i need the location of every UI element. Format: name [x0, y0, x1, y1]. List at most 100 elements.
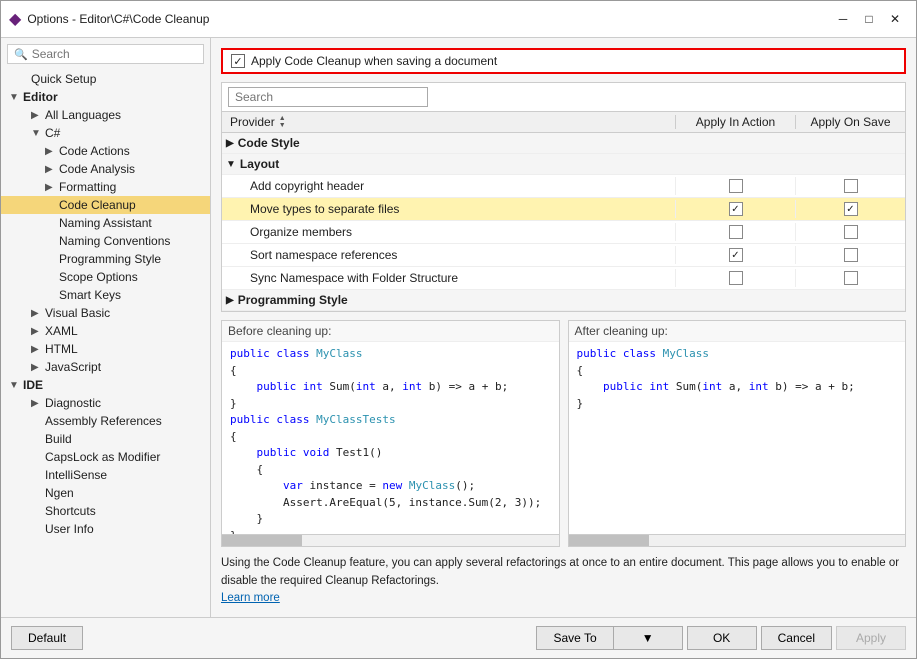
sidebar-item-visual-basic[interactable]: ▶ Visual Basic — [1, 304, 210, 322]
group-code-style[interactable]: ▶ Code Style — [222, 133, 905, 154]
sidebar-item-diagnostic[interactable]: ▶ Diagnostic — [1, 394, 210, 412]
apply-button[interactable]: Apply — [836, 626, 906, 650]
sidebar-item-xaml[interactable]: ▶ XAML — [1, 322, 210, 340]
save-to-button[interactable]: Save To — [536, 626, 612, 650]
sidebar-item-formatting[interactable]: ▶ Formatting — [1, 178, 210, 196]
save-check-sort-namespace[interactable] — [795, 246, 905, 264]
checkbox-icon[interactable]: ✓ — [844, 202, 858, 216]
sidebar-item-ide[interactable]: ▼ IDE — [1, 376, 210, 394]
action-check-organize-members[interactable] — [675, 223, 795, 241]
sidebar-item-naming-conventions[interactable]: Naming Conventions — [1, 232, 210, 250]
sidebar-item-label: Build — [45, 432, 72, 446]
sidebar-item-capslock-modifier[interactable]: CapsLock as Modifier — [1, 448, 210, 466]
checkbox-icon[interactable] — [844, 225, 858, 239]
before-scrollbar[interactable] — [222, 534, 559, 546]
save-to-dropdown-button[interactable]: ▼ — [613, 626, 683, 650]
checkbox-icon[interactable] — [844, 179, 858, 193]
arrow-icon: ▼ — [31, 128, 45, 139]
cancel-button[interactable]: Cancel — [761, 626, 832, 650]
apply-in-action-col-header: Apply In Action — [675, 115, 795, 129]
title-controls: ─ □ ✕ — [830, 7, 908, 31]
sidebar-search-wrap[interactable]: 🔍 — [7, 44, 204, 64]
sidebar-item-label: Quick Setup — [31, 72, 96, 86]
sidebar-item-user-info[interactable]: User Info — [1, 520, 210, 538]
sidebar-item-shortcuts[interactable]: Shortcuts — [1, 502, 210, 520]
sidebar-item-label: Formatting — [59, 180, 116, 194]
arrow-icon: ▶ — [45, 164, 59, 175]
sidebar-item-code-cleanup[interactable]: Code Cleanup — [1, 196, 210, 214]
sidebar-item-javascript[interactable]: ▶ JavaScript — [1, 358, 210, 376]
checkbox-icon[interactable] — [729, 225, 743, 239]
provider-col-header[interactable]: Provider ▲▼ — [222, 115, 675, 129]
bottom-bar: Default Save To ▼ OK Cancel Apply — [1, 617, 916, 658]
item-label: Move types to separate files — [222, 202, 675, 216]
after-code-body[interactable]: public class MyClass { public int Sum(in… — [569, 342, 906, 534]
sidebar-search-input[interactable] — [32, 47, 197, 61]
table-row: Organize members — [222, 221, 905, 244]
before-code-body[interactable]: public class MyClass { public int Sum(in… — [222, 342, 559, 534]
sidebar-item-build[interactable]: Build — [1, 430, 210, 448]
sidebar-item-editor[interactable]: ▼ Editor — [1, 88, 210, 106]
default-button[interactable]: Default — [11, 626, 83, 650]
sidebar-item-programming-style[interactable]: Programming Style — [1, 250, 210, 268]
sidebar-item-assembly-references[interactable]: Assembly References — [1, 412, 210, 430]
save-check-add-copyright[interactable] — [795, 177, 905, 195]
arrow-icon: ▶ — [31, 344, 45, 355]
action-check-move-types[interactable]: ✓ — [675, 200, 795, 218]
sidebar-item-label: Code Analysis — [59, 162, 135, 176]
table-row: Move types to separate files ✓ ✓ — [222, 198, 905, 221]
close-button[interactable]: ✕ — [882, 7, 908, 31]
ok-button[interactable]: OK — [687, 626, 757, 650]
arrow-icon: ▶ — [31, 398, 45, 409]
sidebar-item-naming-assistant[interactable]: Naming Assistant — [1, 214, 210, 232]
sidebar-item-label: Code Cleanup — [59, 198, 136, 212]
provider-section: Provider ▲▼ Apply In Action Apply On Sav… — [221, 82, 906, 312]
sidebar-search-icon: 🔍 — [14, 48, 28, 61]
sidebar-item-all-languages[interactable]: ▶ All Languages — [1, 106, 210, 124]
provider-search — [222, 83, 905, 112]
after-code-panel: After cleaning up: public class MyClass … — [568, 320, 907, 547]
group-layout[interactable]: ▼ Layout — [222, 154, 905, 175]
sidebar-item-code-actions[interactable]: ▶ Code Actions — [1, 142, 210, 160]
learn-more-link[interactable]: Learn more — [221, 592, 280, 604]
apply-checkbox-row[interactable]: ✓ Apply Code Cleanup when saving a docum… — [221, 48, 906, 74]
sidebar-item-label: Ngen — [45, 486, 74, 500]
sidebar-item-quick-setup[interactable]: Quick Setup — [1, 70, 210, 88]
right-panel: ✓ Apply Code Cleanup when saving a docum… — [211, 38, 916, 617]
save-check-organize-members[interactable] — [795, 223, 905, 241]
provider-col-label: Provider — [230, 115, 275, 129]
sidebar-item-label: Code Actions — [59, 144, 130, 158]
table-row: Sync Namespace with Folder Structure — [222, 267, 905, 290]
action-check-sort-namespace[interactable]: ✓ — [675, 246, 795, 264]
sidebar-item-csharp[interactable]: ▼ C# — [1, 124, 210, 142]
sidebar-item-smart-keys[interactable]: Smart Keys — [1, 286, 210, 304]
apply-checkbox[interactable]: ✓ — [231, 54, 245, 68]
save-check-move-types[interactable]: ✓ — [795, 200, 905, 218]
sidebar-item-label: Shortcuts — [45, 504, 96, 518]
expand-arrow-icon: ▼ — [226, 159, 236, 170]
sidebar-item-scope-options[interactable]: Scope Options — [1, 268, 210, 286]
group-label: Programming Style — [238, 293, 348, 307]
sidebar-search-box: 🔍 — [1, 38, 210, 70]
checkbox-icon[interactable] — [729, 179, 743, 193]
action-check-sync-namespace[interactable] — [675, 269, 795, 287]
provider-search-input[interactable] — [228, 87, 428, 107]
action-check-add-copyright[interactable] — [675, 177, 795, 195]
sidebar-item-intellisense[interactable]: IntelliSense — [1, 466, 210, 484]
sidebar-tree: Quick Setup ▼ Editor ▶ All Languages ▼ C… — [1, 70, 210, 617]
checkbox-icon[interactable] — [729, 271, 743, 285]
checkbox-icon[interactable]: ✓ — [729, 248, 743, 262]
checkbox-icon[interactable] — [844, 248, 858, 262]
minimize-button[interactable]: ─ — [830, 7, 856, 31]
sidebar-item-code-analysis[interactable]: ▶ Code Analysis — [1, 160, 210, 178]
maximize-button[interactable]: □ — [856, 7, 882, 31]
checkbox-icon[interactable] — [844, 271, 858, 285]
sidebar-item-ngen[interactable]: Ngen — [1, 484, 210, 502]
sidebar-item-html[interactable]: ▶ HTML — [1, 340, 210, 358]
group-programming-style[interactable]: ▶ Programming Style — [222, 290, 905, 311]
save-check-sync-namespace[interactable] — [795, 269, 905, 287]
checkbox-icon[interactable]: ✓ — [729, 202, 743, 216]
sidebar-item-label: IntelliSense — [45, 468, 107, 482]
after-scrollbar[interactable] — [569, 534, 906, 546]
sidebar-item-label: User Info — [45, 522, 94, 536]
